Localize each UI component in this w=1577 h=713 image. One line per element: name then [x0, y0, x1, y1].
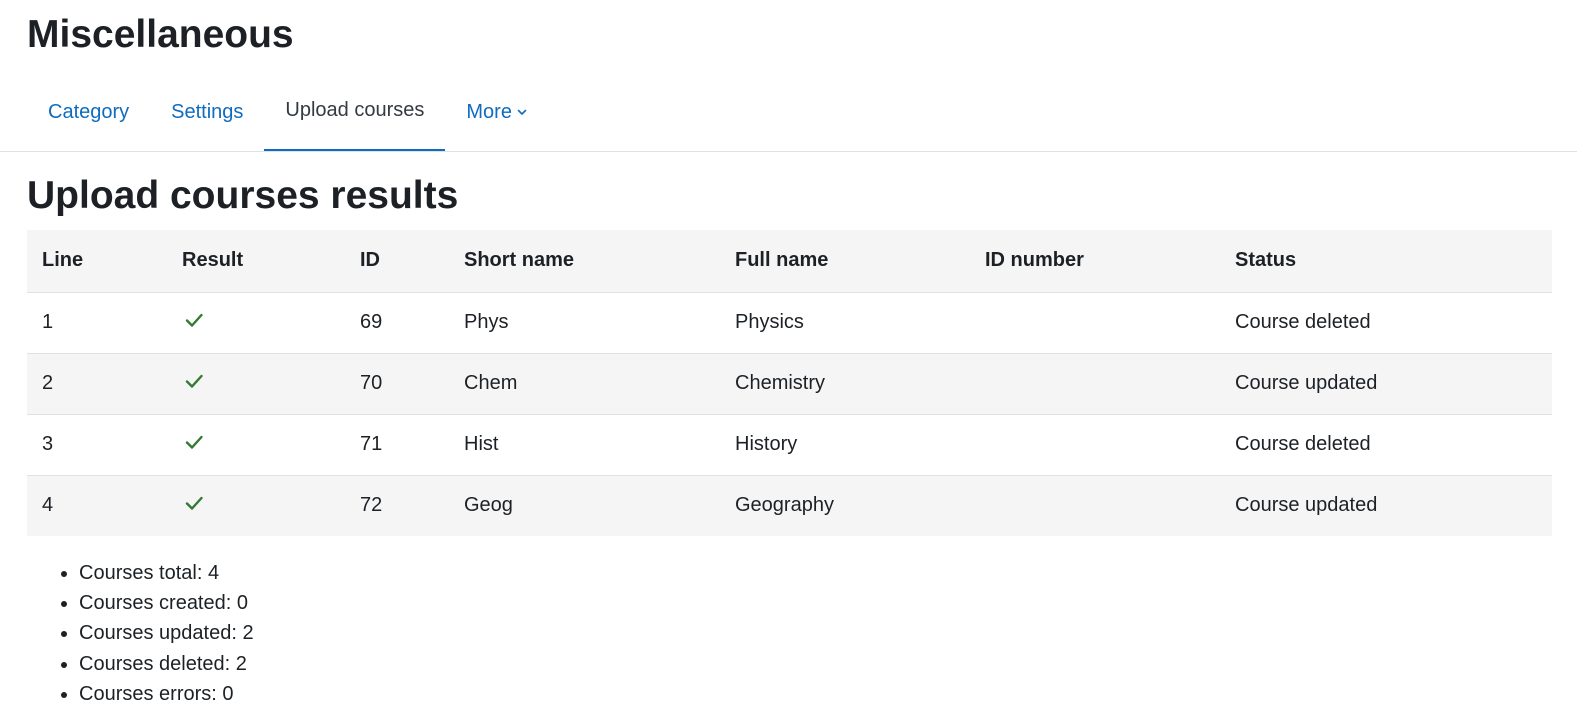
header-result: Result: [167, 230, 345, 292]
table-row: 1 69 Phys Physics Course deleted: [27, 291, 1552, 353]
tab-category[interactable]: Category: [27, 72, 150, 152]
results-table: Line Result ID Short name Full name ID n…: [27, 230, 1552, 536]
cell-id-number: [970, 352, 1220, 414]
cell-line: 1: [27, 291, 167, 353]
results-summary: Courses total: 4 Courses created: 0 Cour…: [27, 558, 254, 709]
cell-result: [167, 413, 345, 475]
header-id-number: ID number: [970, 230, 1220, 292]
cell-id: 69: [345, 291, 449, 353]
cell-status: Course updated: [1220, 474, 1552, 536]
cell-line: 3: [27, 413, 167, 475]
cell-line: 4: [27, 474, 167, 536]
cell-line: 2: [27, 352, 167, 414]
page-title: Miscellaneous: [27, 13, 294, 56]
header-status: Status: [1220, 230, 1552, 292]
cell-result: [167, 474, 345, 536]
table-row: 3 71 Hist History Course deleted: [27, 413, 1552, 475]
tab-upload-courses[interactable]: Upload courses: [264, 72, 446, 152]
cell-status: Course updated: [1220, 352, 1552, 414]
summary-courses-deleted: Courses deleted: 2: [79, 649, 254, 679]
cell-full-name: Geography: [720, 474, 970, 536]
header-line: Line: [27, 230, 167, 292]
check-icon: [185, 313, 203, 327]
header-full-name: Full name: [720, 230, 970, 292]
summary-courses-errors: Courses errors: 0: [79, 679, 254, 709]
secondary-navigation: Category Settings Upload courses More: [27, 72, 549, 152]
table-header-row: Line Result ID Short name Full name ID n…: [27, 230, 1552, 292]
cell-full-name: Physics: [720, 291, 970, 353]
table-row: 2 70 Chem Chemistry Course updated: [27, 352, 1552, 414]
header-short-name: Short name: [449, 230, 720, 292]
cell-full-name: History: [720, 413, 970, 475]
check-icon: [185, 496, 203, 510]
cell-short-name: Geog: [449, 474, 720, 536]
cell-id-number: [970, 291, 1220, 353]
cell-status: Course deleted: [1220, 291, 1552, 353]
cell-short-name: Hist: [449, 413, 720, 475]
tabs-divider: [0, 151, 1577, 152]
cell-status: Course deleted: [1220, 413, 1552, 475]
summary-courses-created: Courses created: 0: [79, 588, 254, 618]
cell-id: 71: [345, 413, 449, 475]
tab-more-label: More: [466, 100, 512, 123]
cell-result: [167, 291, 345, 353]
check-icon: [185, 435, 203, 449]
tab-settings[interactable]: Settings: [150, 72, 264, 152]
cell-id-number: [970, 413, 1220, 475]
cell-id: 70: [345, 352, 449, 414]
cell-result: [167, 352, 345, 414]
summary-courses-total: Courses total: 4: [79, 558, 254, 588]
cell-id: 72: [345, 474, 449, 536]
cell-full-name: Chemistry: [720, 352, 970, 414]
cell-short-name: Chem: [449, 352, 720, 414]
cell-id-number: [970, 474, 1220, 536]
check-icon: [185, 374, 203, 388]
summary-courses-updated: Courses updated: 2: [79, 618, 254, 648]
header-id: ID: [345, 230, 449, 292]
cell-short-name: Phys: [449, 291, 720, 353]
section-title: Upload courses results: [27, 174, 459, 217]
table-row: 4 72 Geog Geography Course updated: [27, 474, 1552, 536]
tab-more[interactable]: More: [445, 72, 549, 152]
chevron-down-icon: [517, 109, 527, 115]
